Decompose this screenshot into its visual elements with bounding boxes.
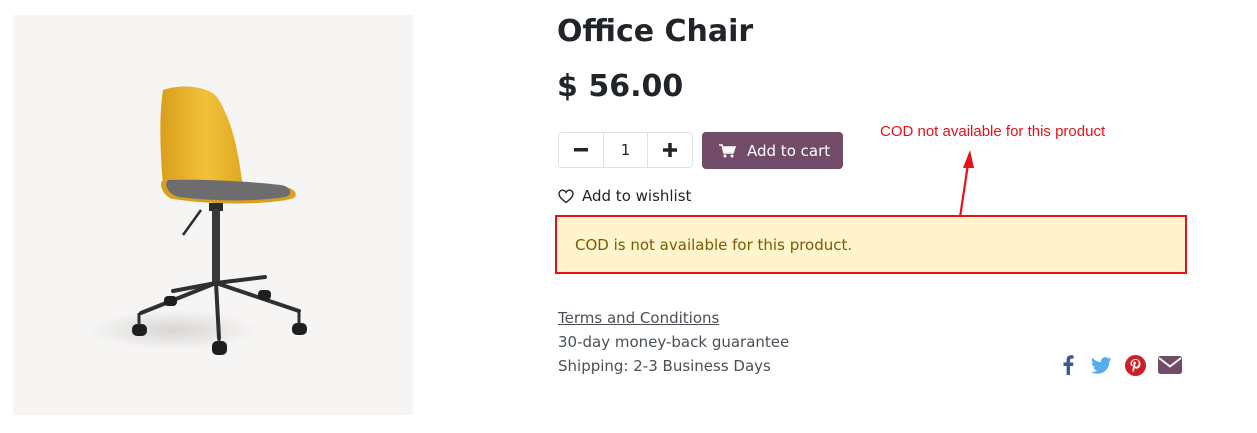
facebook-icon <box>1063 355 1074 375</box>
share-pinterest-link[interactable] <box>1124 354 1146 376</box>
shipping-info-text: Shipping: 2-3 Business Days <box>558 357 771 375</box>
share-twitter-link[interactable] <box>1090 354 1112 376</box>
minus-icon <box>574 148 588 152</box>
cod-warning-alert: COD is not available for this product. <box>555 215 1187 274</box>
share-links <box>1058 354 1182 376</box>
decrease-quantity-button[interactable] <box>559 133 603 167</box>
terms-and-conditions-link[interactable]: Terms and Conditions <box>558 309 719 327</box>
share-facebook-link[interactable] <box>1058 354 1078 376</box>
twitter-icon <box>1090 356 1111 374</box>
chair-illustration <box>88 86 307 355</box>
cod-warning-message: COD is not available for this product. <box>575 235 853 254</box>
money-back-guarantee-text: 30-day money-back guarantee <box>558 333 790 351</box>
plus-icon <box>663 143 677 157</box>
pinterest-icon <box>1124 354 1146 376</box>
heart-icon <box>558 188 574 203</box>
product-page: Office Chair $ 56.00 Add to cart Add <box>0 0 1257 433</box>
annotation-label: COD not available for this product <box>880 123 1106 140</box>
add-to-cart-label: Add to cart <box>747 141 831 160</box>
quantity-stepper <box>558 132 693 168</box>
product-price: $ 56.00 <box>557 69 684 104</box>
add-to-wishlist-link[interactable]: Add to wishlist <box>558 187 691 205</box>
share-email-link[interactable] <box>1158 354 1182 376</box>
quantity-input[interactable] <box>603 133 648 167</box>
shopping-cart-icon <box>719 143 736 157</box>
product-image[interactable] <box>13 15 413 415</box>
product-title: Office Chair <box>557 14 754 49</box>
envelope-icon <box>1158 356 1182 374</box>
add-to-wishlist-label: Add to wishlist <box>582 187 692 205</box>
add-to-cart-button[interactable]: Add to cart <box>702 132 843 169</box>
increase-quantity-button[interactable] <box>648 133 692 167</box>
